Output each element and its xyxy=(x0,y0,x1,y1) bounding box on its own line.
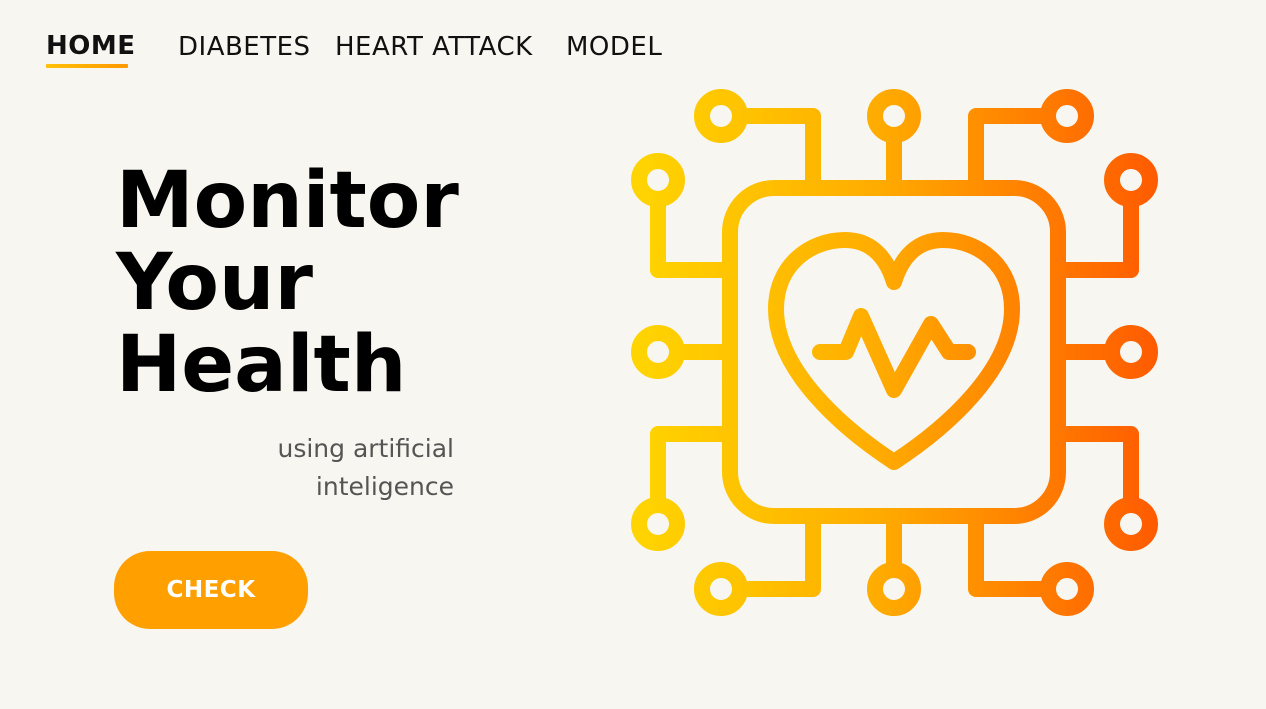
hero-subtitle: using artificial inteligence xyxy=(260,430,454,506)
hero-subtitle-line-1: using artificial xyxy=(277,434,454,463)
hero-title-line-2: Your xyxy=(116,238,313,328)
nav-diabetes[interactable]: DIABETES xyxy=(178,32,311,62)
check-button[interactable]: CHECK xyxy=(114,551,308,629)
nav-home-underline xyxy=(46,64,128,68)
nav-heart-attack[interactable]: HEART ATTACK xyxy=(335,32,533,62)
hero-subtitle-line-2: inteligence xyxy=(315,472,454,501)
hero-title-line-3: Health xyxy=(116,320,407,410)
hero-title-line-1: Monitor xyxy=(116,156,459,246)
top-navigation: HOME DIABETES HEART ATTACK MODEL xyxy=(0,0,700,100)
nav-home[interactable]: HOME xyxy=(46,31,136,61)
hero-title: Monitor Your Health xyxy=(116,160,576,406)
nav-model[interactable]: MODEL xyxy=(566,32,662,62)
heart-chip-icon xyxy=(631,89,1158,616)
